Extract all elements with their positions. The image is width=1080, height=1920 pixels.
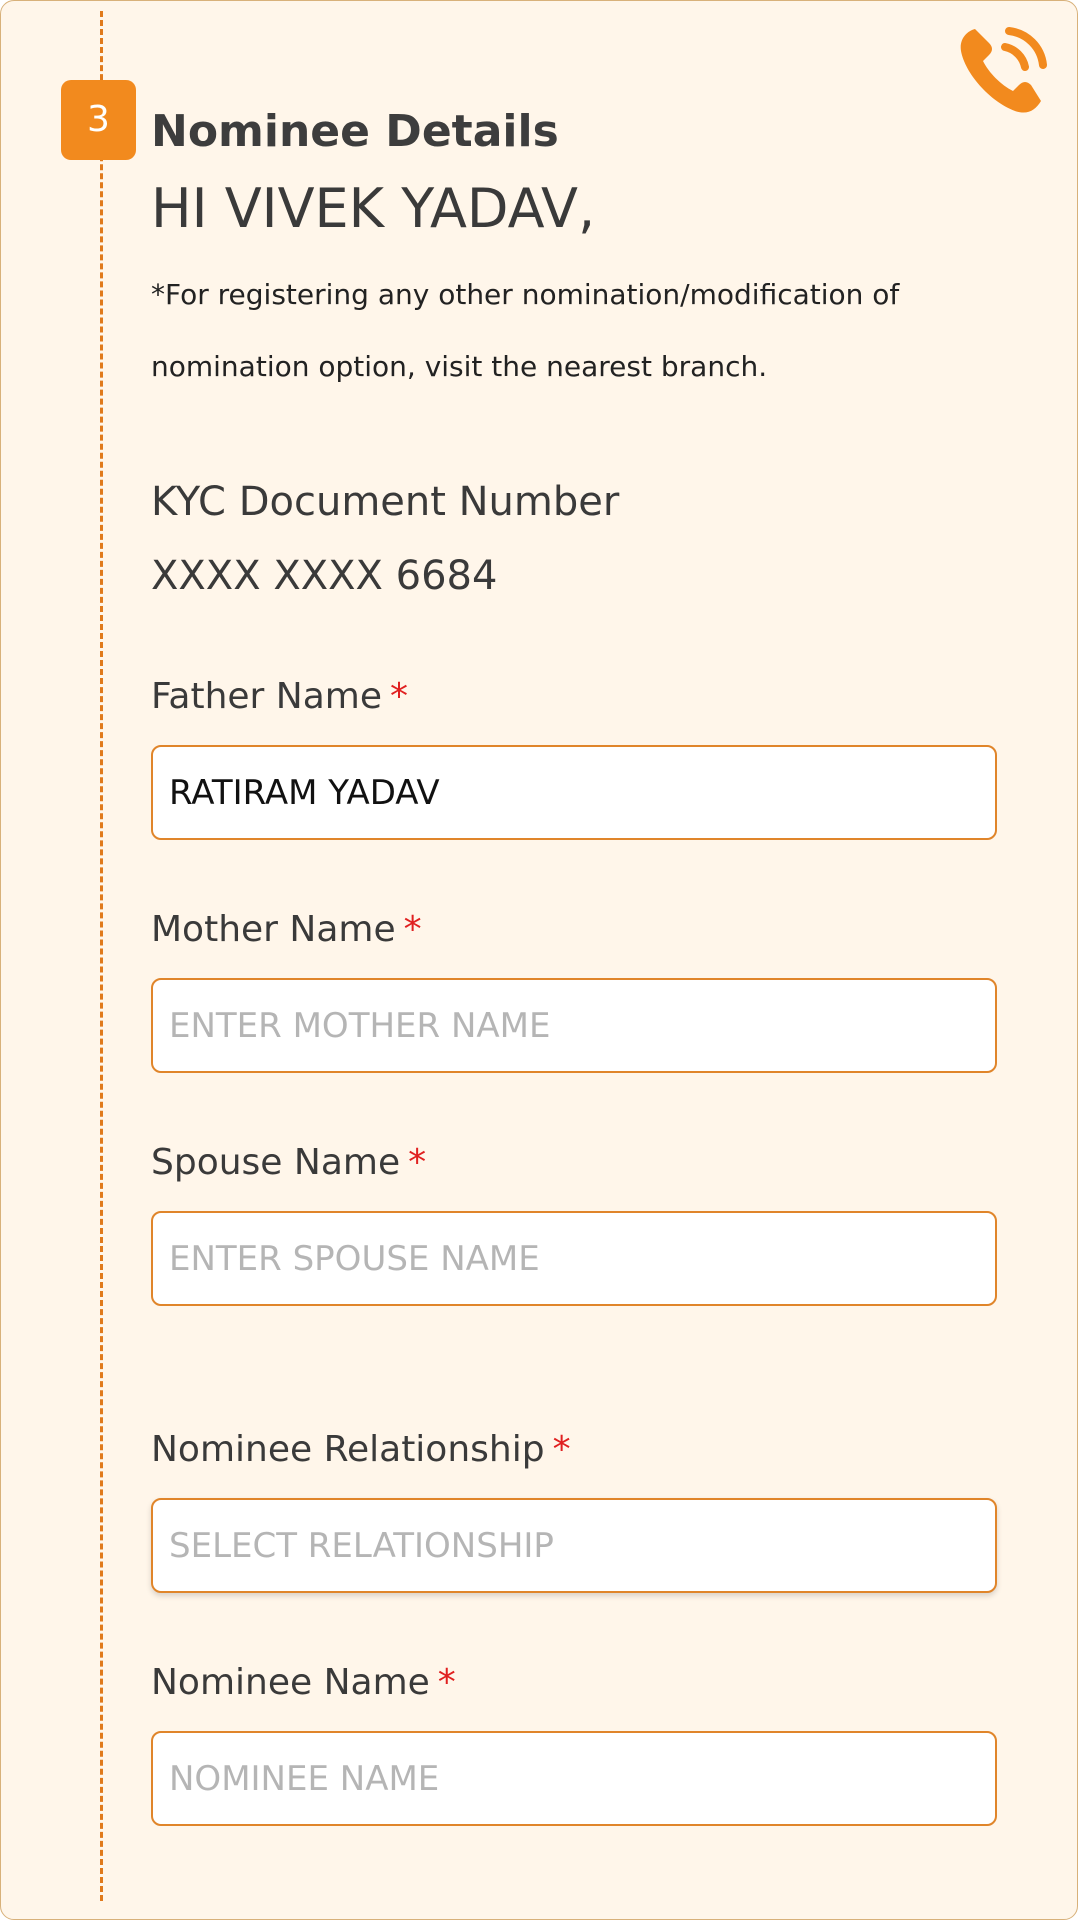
father-name-input[interactable]	[151, 745, 997, 840]
required-asterisk: *	[403, 909, 422, 950]
nominee-name-input[interactable]	[151, 1731, 997, 1826]
nominee-details-card: 3 Nominee Details HI VIVEK YADAV, *For r…	[0, 0, 1078, 1920]
spouse-name-input[interactable]	[151, 1211, 997, 1306]
step-progress-rail	[100, 11, 103, 1901]
section-title: Nominee Details	[151, 106, 559, 157]
kyc-document-label: KYC Document Number	[151, 479, 620, 525]
kyc-document-number: XXXX XXXX 6684	[151, 553, 498, 599]
father-name-label-text: Father Name	[151, 676, 382, 717]
mother-name-input[interactable]	[151, 978, 997, 1073]
nominee-relationship-label: Nominee Relationship *	[151, 1429, 571, 1470]
spouse-name-label-text: Spouse Name	[151, 1142, 401, 1183]
required-asterisk: *	[408, 1142, 427, 1183]
required-asterisk: *	[390, 676, 408, 717]
greeting-text: HI VIVEK YADAV,	[151, 177, 596, 240]
nominee-name-label-text: Nominee Name	[151, 1662, 430, 1703]
nominee-relationship-label-text: Nominee Relationship	[151, 1429, 545, 1470]
spouse-name-label: Spouse Name *	[151, 1142, 426, 1183]
father-name-label: Father Name *	[151, 676, 408, 717]
required-asterisk: *	[552, 1429, 571, 1470]
nominee-name-label: Nominee Name *	[151, 1662, 456, 1703]
required-asterisk: *	[437, 1662, 456, 1703]
nominee-relationship-select[interactable]	[151, 1498, 997, 1593]
phone-call-icon[interactable]	[953, 21, 1053, 121]
nomination-note: *For registering any other nomination/mo…	[151, 278, 900, 383]
step-number-badge: 3	[61, 80, 136, 160]
mother-name-label-text: Mother Name	[151, 909, 396, 950]
mother-name-label: Mother Name *	[151, 909, 422, 950]
